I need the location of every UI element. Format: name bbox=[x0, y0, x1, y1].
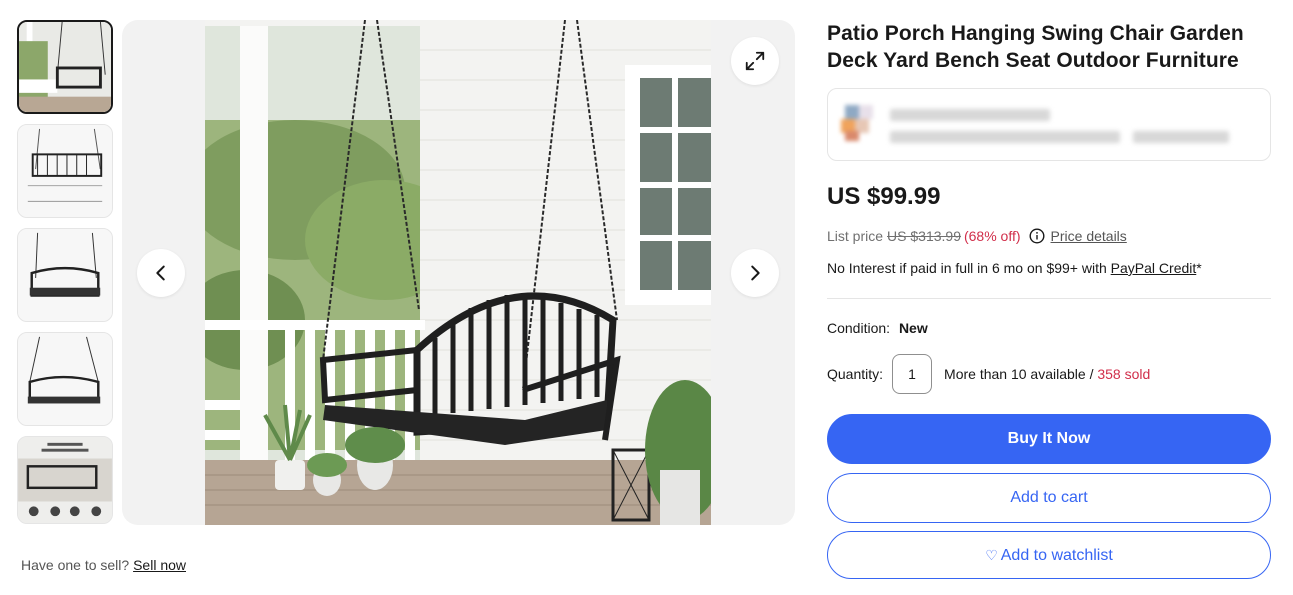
thumbnail-summer-promo bbox=[18, 437, 112, 523]
divider bbox=[827, 298, 1271, 299]
add-to-watchlist-button[interactable]: ♡ Add to watchlist bbox=[827, 531, 1271, 579]
sell-prompt: Have one to sell? Sell now bbox=[21, 557, 186, 573]
discount-percent: (68% off) bbox=[963, 228, 1021, 244]
quantity-input[interactable] bbox=[892, 354, 933, 394]
thumbnail-1[interactable] bbox=[17, 20, 113, 114]
list-price-label: List price bbox=[827, 228, 884, 244]
seller-links-redacted bbox=[1133, 131, 1229, 143]
heart-icon: ♡ bbox=[985, 547, 998, 563]
condition-value: New bbox=[898, 320, 928, 336]
add-to-cart-button[interactable]: Add to cart bbox=[827, 473, 1271, 523]
expand-image-button[interactable] bbox=[731, 37, 779, 85]
sell-now-link[interactable]: Sell now bbox=[133, 557, 186, 573]
thumbnail-3[interactable] bbox=[17, 228, 113, 322]
thumbnail-2[interactable] bbox=[17, 124, 113, 218]
expand-icon bbox=[745, 51, 765, 71]
availability: More than 10 available / 358 sold bbox=[944, 366, 1150, 382]
item-price: US $99.99 bbox=[827, 183, 941, 210]
credit-text: No Interest if paid in full in 6 mo on $… bbox=[827, 260, 1107, 276]
thumbnail-porch-photo bbox=[19, 22, 111, 112]
thumbnail-swing-side bbox=[18, 333, 112, 425]
seller-info-card[interactable] bbox=[827, 88, 1271, 161]
thumbnail-swing-front bbox=[18, 229, 112, 321]
main-image-viewer[interactable] bbox=[122, 20, 795, 525]
product-photo bbox=[205, 20, 711, 525]
price-details-link[interactable]: Price details bbox=[1051, 228, 1127, 244]
credit-asterisk: * bbox=[1196, 260, 1202, 276]
thumbnail-strip bbox=[17, 20, 113, 524]
next-image-button[interactable] bbox=[731, 249, 779, 297]
seller-name-redacted bbox=[890, 109, 1050, 121]
thumbnail-dimensions-diagram bbox=[18, 125, 112, 217]
thumbnail-5[interactable] bbox=[17, 436, 113, 524]
original-price: US $313.99 bbox=[887, 228, 961, 244]
item-details: Patio Porch Hanging Swing Chair Garden D… bbox=[827, 20, 1271, 579]
sold-count: 358 sold bbox=[1097, 366, 1151, 382]
product-title: Patio Porch Hanging Swing Chair Garden D… bbox=[827, 22, 1244, 72]
previous-image-button[interactable] bbox=[137, 249, 185, 297]
quantity-row: Quantity: More than 10 available / 358 s… bbox=[827, 354, 1271, 394]
add-to-watchlist-label: Add to watchlist bbox=[1000, 547, 1113, 564]
condition-row: Condition: New bbox=[827, 320, 1271, 336]
seller-avatar bbox=[841, 105, 873, 141]
chevron-left-icon bbox=[156, 265, 165, 281]
availability-text: More than 10 available / bbox=[944, 366, 1094, 382]
quantity-label: Quantity: bbox=[827, 366, 884, 382]
credit-offer: No Interest if paid in full in 6 mo on $… bbox=[827, 260, 1271, 276]
paypal-credit-link[interactable]: PayPal Credit bbox=[1111, 260, 1197, 276]
info-icon[interactable] bbox=[1029, 228, 1045, 244]
list-price-row: List price US $313.99 (68% off) Price de… bbox=[827, 228, 1271, 244]
seller-stats-redacted bbox=[890, 131, 1120, 143]
thumbnail-4[interactable] bbox=[17, 332, 113, 426]
condition-label: Condition: bbox=[827, 320, 891, 336]
buy-it-now-button[interactable]: Buy It Now bbox=[827, 414, 1271, 464]
sell-prompt-text: Have one to sell? bbox=[21, 557, 130, 573]
chevron-right-icon bbox=[751, 265, 760, 281]
